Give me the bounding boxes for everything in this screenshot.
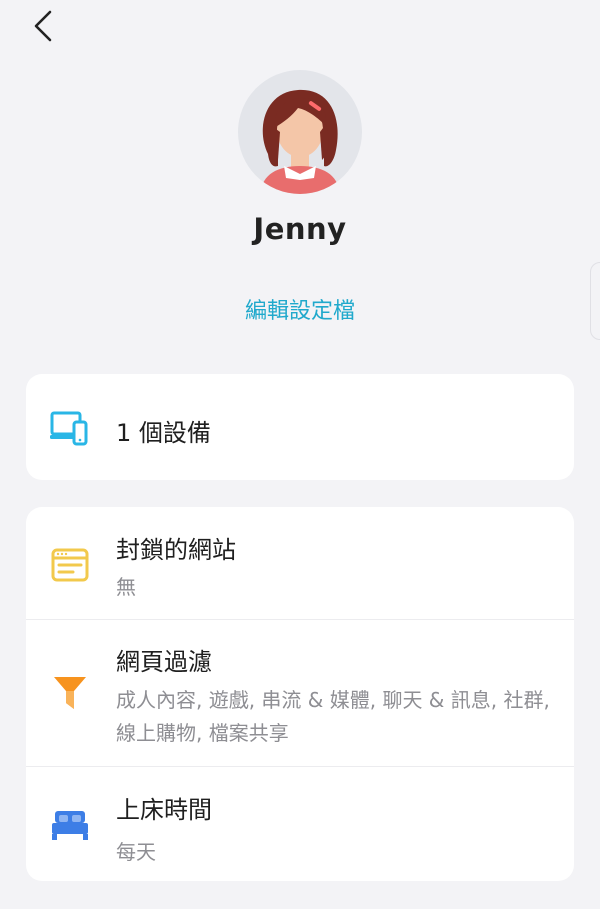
devices-card[interactable]: 1 個設備	[26, 374, 574, 480]
bedtime-value: 每天	[116, 840, 156, 864]
filter-icon	[50, 673, 90, 713]
chevron-left-icon	[34, 10, 52, 42]
girl-avatar-icon	[260, 89, 340, 194]
side-handle[interactable]	[590, 262, 600, 340]
web-filter-title: 網頁過濾	[116, 648, 212, 676]
edit-profile-link[interactable]: 編輯設定檔	[0, 293, 600, 325]
bed-icon	[50, 805, 90, 845]
web-filter-row[interactable]: 網頁過濾 成人內容, 遊戲, 串流 & 媒體, 聊天 & 訊息, 社群, 線上購…	[26, 620, 574, 766]
web-filter-categories: 成人內容, 遊戲, 串流 & 媒體, 聊天 & 訊息, 社群, 線上購物, 檔案…	[116, 688, 550, 745]
blocked-sites-value: 無	[116, 575, 136, 599]
blocked-sites-icon	[50, 545, 90, 585]
devices-row[interactable]: 1 個設備	[26, 374, 574, 480]
devices-label: 1 個設備	[116, 419, 211, 447]
avatar	[238, 70, 362, 194]
bedtime-row[interactable]: 上床時間 每天	[26, 767, 574, 881]
devices-icon	[50, 408, 90, 448]
blocked-sites-title: 封鎖的網站	[116, 536, 236, 564]
back-button[interactable]	[26, 6, 60, 46]
bedtime-title: 上床時間	[116, 796, 212, 824]
settings-card: 封鎖的網站 無 網頁過濾 成人內容, 遊戲, 串流 & 媒體, 聊天 & 訊息,…	[26, 507, 574, 881]
blocked-sites-row[interactable]: 封鎖的網站 無	[26, 507, 574, 619]
profile-name: Jenny	[253, 212, 347, 246]
